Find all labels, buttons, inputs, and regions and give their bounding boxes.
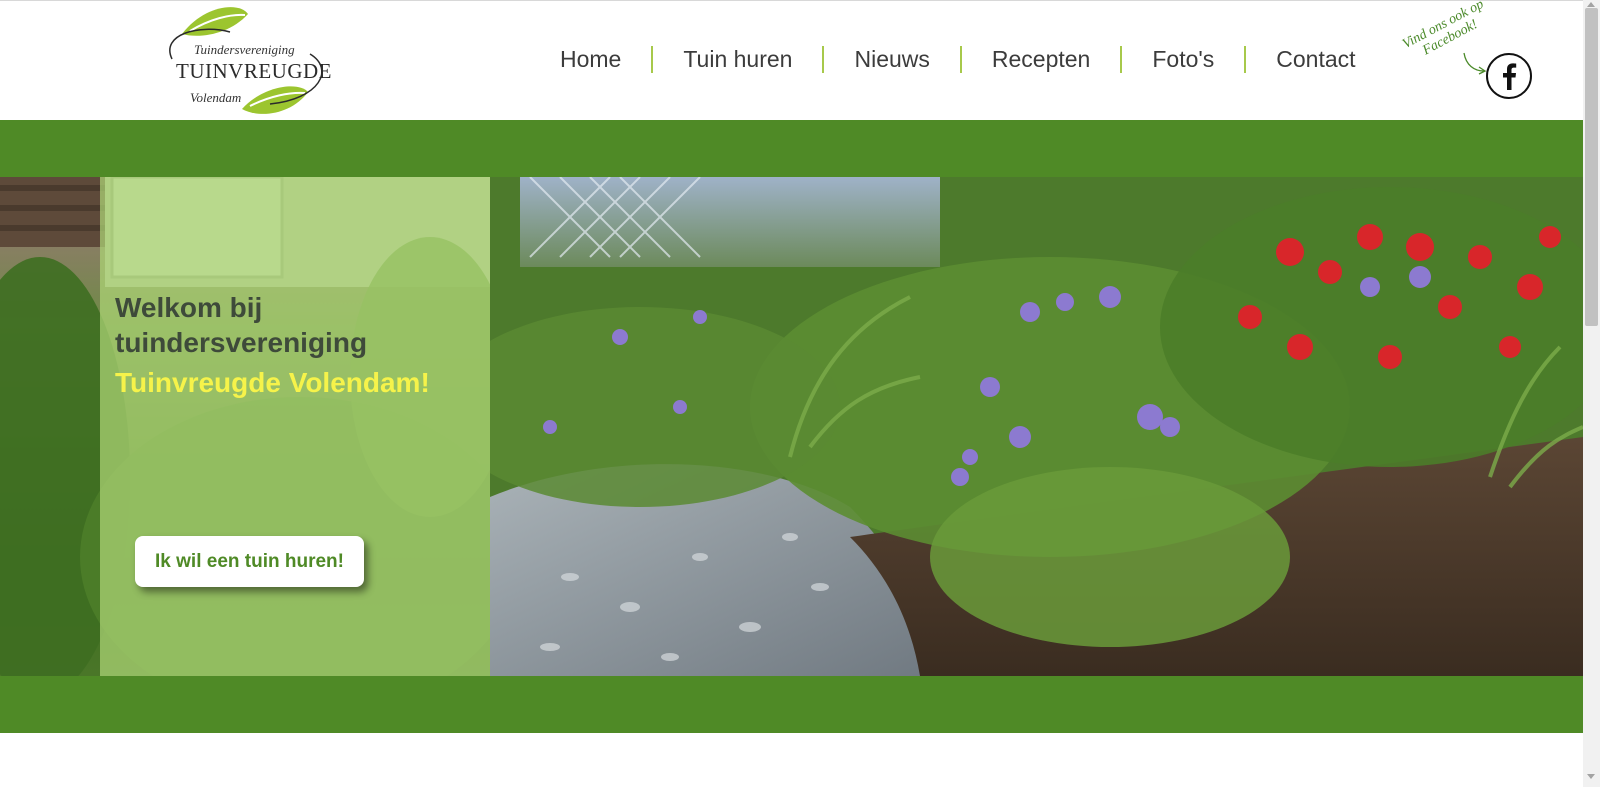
logo-line-association: Tuindersvereniging — [194, 42, 295, 57]
scrollbar-thumb[interactable] — [1585, 8, 1598, 326]
flower-garden-image — [440, 177, 1583, 676]
hero-heading-association: Tuinvreugde Volendam! — [115, 367, 430, 398]
hero-banner: Welkom bij tuindersvereniging Tuinvreugd… — [0, 177, 1583, 676]
green-band-top — [0, 120, 1583, 177]
facebook-button[interactable] — [1486, 53, 1532, 99]
site-logo[interactable]: Tuindersvereniging TUINVREUGDE Volendam — [160, 4, 338, 120]
green-band-bottom — [0, 676, 1583, 733]
page-scrollbar[interactable] — [1583, 0, 1600, 787]
site-header: Tuindersvereniging TUINVREUGDE Volendam … — [0, 0, 1583, 120]
scroll-down-icon[interactable] — [1587, 774, 1595, 779]
nav-item-fotos[interactable]: Foto's — [1122, 43, 1244, 75]
logo-line-name: TUINVREUGDE — [176, 59, 332, 83]
logo-line-town: Volendam — [190, 90, 242, 105]
nav-item-nieuws[interactable]: Nieuws — [824, 43, 959, 75]
scroll-up-icon[interactable] — [1587, 2, 1595, 7]
rent-garden-button[interactable]: Ik wil een tuin huren! — [135, 536, 364, 587]
facebook-icon — [1503, 63, 1517, 90]
hero-heading-welcome: Welkom bij tuindersvereniging — [115, 292, 368, 358]
hero-text-overlay — [100, 177, 490, 676]
main-nav: Home Tuin huren Nieuws Recepten Foto's C… — [530, 43, 1386, 75]
nav-item-contact[interactable]: Contact — [1246, 43, 1385, 75]
nav-item-home[interactable]: Home — [530, 43, 651, 75]
hero-garden-photo — [440, 177, 1583, 676]
curved-arrow-icon — [1463, 52, 1487, 75]
nav-item-tuin-huren[interactable]: Tuin huren — [653, 43, 822, 75]
nav-item-recepten[interactable]: Recepten — [962, 43, 1120, 75]
